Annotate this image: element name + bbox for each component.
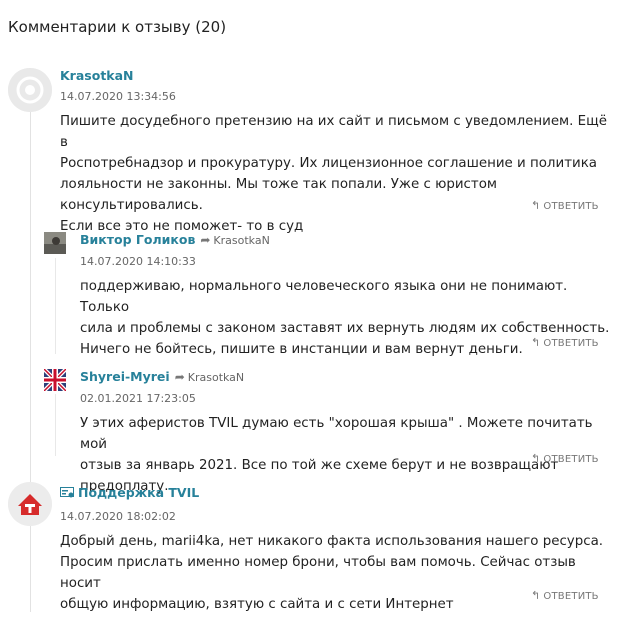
comment-date: 14.07.2020 14:10:33 xyxy=(80,255,196,268)
reply-to-author[interactable]: KrasotkaN xyxy=(213,234,269,247)
flag-avatar-icon xyxy=(42,367,68,393)
tvil-logo-icon xyxy=(8,482,52,526)
avatar[interactable] xyxy=(44,232,66,254)
comment-date: 14.07.2020 18:02:02 xyxy=(60,510,176,523)
reply-icon: ↰ xyxy=(531,452,541,465)
reply-icon: ↰ xyxy=(531,336,541,349)
comment-date: 02.01.2021 17:23:05 xyxy=(80,392,196,405)
avatar[interactable] xyxy=(8,482,52,526)
reply-arrow-icon: ➦ xyxy=(200,233,211,247)
reply-button[interactable]: ↰ ОТВЕТИТЬ xyxy=(531,336,599,349)
reply-button[interactable]: ↰ ОТВЕТИТЬ xyxy=(531,589,599,602)
reply-to-author[interactable]: KrasotkaN xyxy=(188,371,244,384)
avatar-photo xyxy=(44,232,66,254)
avatar-placeholder-icon xyxy=(8,68,52,112)
reply-button[interactable]: ↰ ОТВЕТИТЬ xyxy=(531,452,599,465)
reply-arrow-icon: ➦ xyxy=(174,370,185,384)
comment: KrasotkaN 14.07.2020 13:34:56 Пишите дос… xyxy=(60,68,610,237)
reply-icon: ↰ xyxy=(531,589,541,602)
comment-author[interactable]: Виктор Голиков xyxy=(80,232,195,247)
avatar[interactable] xyxy=(42,367,68,393)
comment-author[interactable]: KrasotkaN xyxy=(60,68,610,83)
comment-text: Пишите досудебного претензию на их сайт … xyxy=(60,114,607,234)
avatar[interactable] xyxy=(8,68,52,112)
comment: Shyrei-Myrei ➦ KrasotkaN 02.01.2021 17:23:… xyxy=(80,366,610,497)
reply-icon: ↰ xyxy=(531,199,541,212)
comment: Поддержка TVIL 14.07.2020 18:02:02 Добры… xyxy=(60,482,610,615)
thread-line xyxy=(30,112,31,612)
page-title: Комментарии к отзыву (20) xyxy=(8,18,227,36)
reply-line xyxy=(55,258,56,354)
comment-author[interactable]: Поддержка TVIL xyxy=(78,485,199,500)
reply-button[interactable]: ↰ ОТВЕТИТЬ xyxy=(531,199,599,212)
comment-date: 14.07.2020 13:34:56 xyxy=(60,90,176,103)
comment-author[interactable]: Shyrei-Myrei xyxy=(80,369,170,384)
reply-line xyxy=(55,394,56,456)
official-badge-icon xyxy=(60,484,74,503)
comment-text: Добрый день, marii4ka, нет никакого факт… xyxy=(60,534,604,612)
